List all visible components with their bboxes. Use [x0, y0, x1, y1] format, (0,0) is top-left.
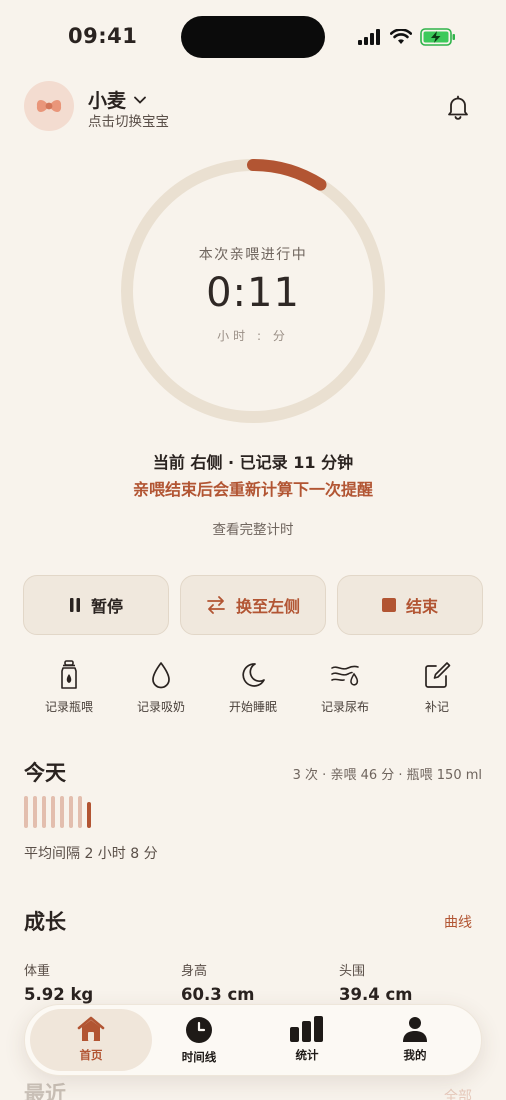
end-button[interactable]: 结束 [337, 575, 483, 635]
dynamic-island [181, 16, 325, 58]
pause-button[interactable]: 暂停 [23, 575, 169, 635]
feeding-bar [24, 796, 28, 828]
tab-profile[interactable]: 我的 [365, 1016, 465, 1063]
reminder-note: 亲喂结束后会重新计算下一次提醒 [132, 480, 373, 499]
tab-label: 统计 [295, 1048, 319, 1062]
droplet-icon [152, 662, 170, 689]
home-icon [77, 1016, 105, 1041]
diaper-icon [331, 665, 359, 686]
quick-action-backfill[interactable]: 补记 [392, 660, 482, 715]
tab-stats[interactable]: 统计 [257, 1016, 357, 1063]
growth-weight: 体重 5.92 kg [24, 960, 93, 1004]
status-icons [358, 27, 456, 47]
feeding-bar [51, 796, 55, 828]
bottle-icon [61, 660, 77, 689]
view-full-timer-link[interactable]: 查看完整计时 [0, 518, 506, 538]
feeding-bar [60, 796, 64, 828]
feeding-bar [42, 796, 46, 828]
growth-head: 头围 39.4 cm [339, 960, 412, 1004]
moon-icon [242, 663, 265, 687]
growth-value: 5.92 kg [24, 985, 94, 1004]
baby-name: 小麦 [88, 90, 127, 112]
quick-action-label: 记录吸奶 [136, 700, 185, 714]
cellular-signal-icon [358, 29, 380, 45]
growth-value: 39.4 cm [339, 985, 413, 1004]
tab-label: 我的 [403, 1048, 427, 1062]
current-side-info: 当前 右侧 · 已记录 11 分钟 [152, 453, 354, 472]
today-stats: 3 次 · 亲喂 46 分 · 瓶喂 150 ml [292, 768, 482, 783]
timer-unit: 小时 : 分 [217, 329, 289, 343]
timer-value: 0:11 [206, 270, 300, 316]
quick-action-label: 记录瓶喂 [44, 700, 93, 714]
feeding-bar [78, 796, 82, 828]
feeding-bar [33, 796, 37, 828]
quick-action-bottle-feed[interactable]: 记录瓶喂 [24, 660, 114, 715]
recent-section-title: 最近 [24, 1082, 66, 1100]
switch-side-label: 换至左侧 [235, 597, 300, 616]
quick-action-diaper[interactable]: 记录尿布 [300, 660, 390, 715]
feeding-bar-current [87, 802, 91, 828]
person-icon [403, 1017, 427, 1042]
quick-action-label: 补记 [424, 700, 449, 714]
baby-switcher[interactable]: 小麦 [88, 86, 146, 113]
bell-icon [448, 95, 468, 120]
switch-side-button[interactable]: 换至左侧 [180, 575, 326, 635]
quick-action-pump[interactable]: 记录吸奶 [116, 660, 206, 715]
growth-label: 体重 [24, 964, 51, 979]
pause-icon [69, 598, 80, 612]
growth-value: 60.3 cm [181, 985, 255, 1004]
baby-avatar[interactable] [24, 81, 74, 131]
average-interval: 平均间隔 2 小时 8 分 [24, 846, 158, 862]
growth-label: 身高 [181, 964, 208, 979]
tab-timeline[interactable]: 时间线 [149, 1016, 249, 1065]
quick-action-label: 开始睡眠 [228, 700, 277, 714]
growth-height: 身高 60.3 cm [181, 960, 254, 1004]
quick-action-sleep[interactable]: 开始睡眠 [208, 660, 298, 715]
notification-button[interactable] [444, 93, 472, 121]
growth-curve-link[interactable]: 曲线 [444, 912, 472, 932]
growth-label: 头围 [339, 964, 366, 979]
wifi-icon [390, 29, 412, 44]
clock-icon [186, 1017, 212, 1043]
stop-icon [381, 598, 396, 612]
edit-icon [425, 662, 451, 688]
tab-label: 首页 [79, 1048, 103, 1062]
pause-label: 暂停 [90, 597, 123, 616]
bow-icon [36, 99, 62, 113]
end-label: 结束 [405, 597, 438, 616]
swap-arrows-icon [207, 596, 225, 614]
timer-label: 本次亲喂进行中 [198, 247, 308, 263]
recent-all-link[interactable]: 全部 [444, 1086, 472, 1100]
switch-baby-hint[interactable]: 点击切换宝宝 [88, 110, 169, 130]
status-time: 09:41 [68, 24, 138, 48]
growth-section-title: 成长 [24, 910, 66, 934]
tab-home[interactable]: 首页 [41, 1016, 141, 1063]
bar-chart-icon [290, 1016, 323, 1042]
chevron-down-icon [134, 96, 146, 104]
today-section-title: 今天 [24, 761, 66, 785]
quick-action-label: 记录尿布 [320, 700, 369, 714]
tab-label: 时间线 [181, 1050, 217, 1064]
today-feeding-bars[interactable] [24, 796, 91, 828]
feeding-bar [69, 796, 73, 828]
battery-charging-icon [420, 28, 455, 46]
